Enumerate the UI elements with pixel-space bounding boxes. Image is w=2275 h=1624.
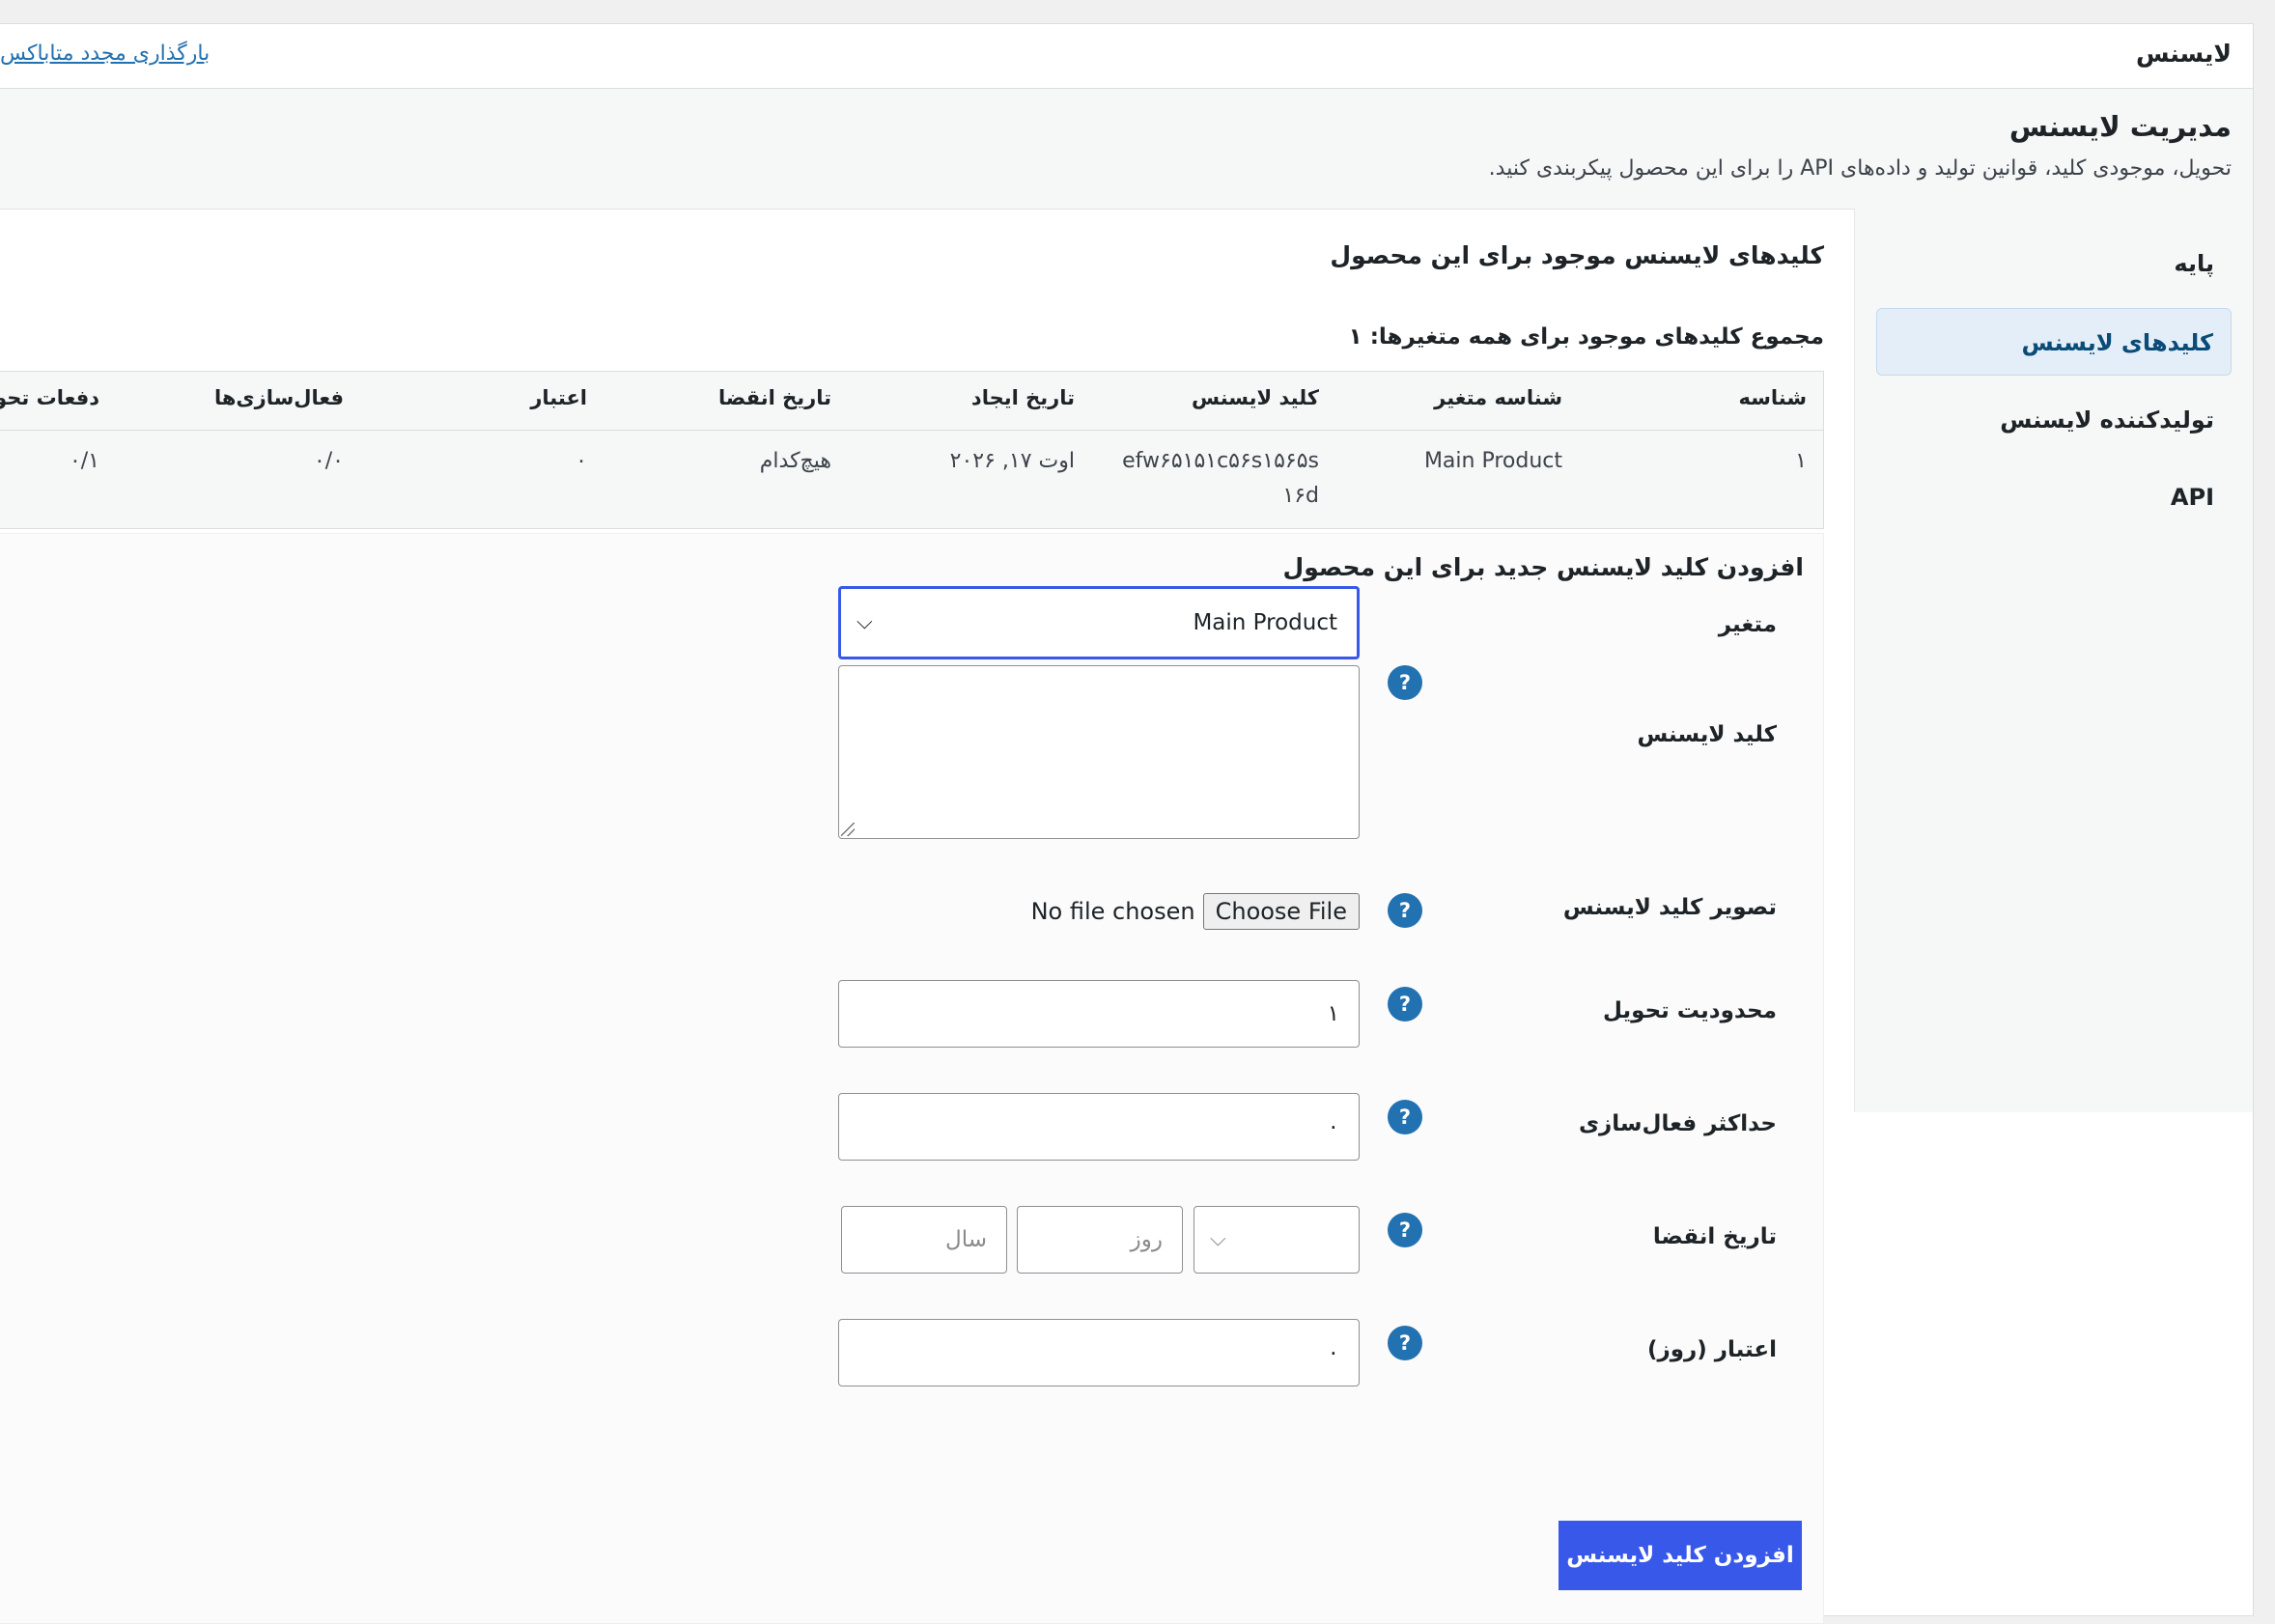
expiry-date-label: تاریخ انقضا <box>1652 1224 1777 1249</box>
cell-variation: Main Product <box>1423 449 1562 473</box>
expiry-month-select[interactable]: ⌵ <box>1194 1206 1360 1274</box>
column-header: تاریخ انقضا <box>718 386 831 409</box>
license-metabox: لایسنس بارگذاری مجدد متاباکس مدیریت لایس… <box>0 23 2254 1624</box>
help-icon[interactable]: ? <box>1388 1213 1422 1247</box>
cell-activations: ۰/۰ <box>313 449 344 473</box>
license-key-label: کلید لایسنس <box>1637 722 1777 747</box>
no-file-text: No file chosen <box>1030 898 1195 925</box>
settings-sidebar: پایه کلیدهای لایسنس تولیدکننده لایسنس AP… <box>1854 209 2253 1112</box>
help-icon[interactable]: ? <box>1388 1100 1422 1134</box>
metabox-title: لایسنس <box>2136 40 2232 68</box>
column-header: تاریخ ایجاد <box>970 386 1075 409</box>
column-header: کلید لایسنس <box>1192 386 1319 409</box>
sidebar-item-license-keys[interactable]: کلیدهای لایسنس <box>1876 308 2232 376</box>
cell-expires: هیچ‌کدام <box>759 449 831 473</box>
column-header: اعتبار <box>530 386 587 409</box>
license-keys-table: شناسه شناسه متغیر کلید لایسنس تاریخ ایجا… <box>0 371 1824 529</box>
delivery-limit-label: محدودیت تحویل <box>1603 998 1777 1023</box>
chevron-down-icon: ⌵ <box>1210 1227 1226 1251</box>
variation-selected-value: Main Product <box>1193 610 1337 635</box>
manage-section: مدیریت لایسنس تحویل، موجودی کلید، قوانین… <box>0 89 2253 210</box>
help-icon[interactable]: ? <box>1388 665 1422 700</box>
manage-description: تحویل، موجودی کلید، قوانین تولید و داده‌… <box>1488 156 2232 181</box>
license-image-file-input[interactable]: Choose File No file chosen <box>1031 893 1360 930</box>
cell-license-key: efw۶۵۱۵۱c۵۶s۱۵۶۵s ۱۶d <box>1122 444 1319 514</box>
max-activation-label: حداکثر فعال‌سازی <box>1578 1111 1777 1136</box>
license-key-line: ۱۶d <box>1282 484 1319 508</box>
form-title: افزودن کلید لایسنس جدید برای این محصول <box>1282 553 1804 581</box>
section-title: کلیدهای لایسنس موجود برای این محصول <box>1330 241 1824 269</box>
license-image-label: تصویر کلید لایسنس <box>1562 895 1777 920</box>
license-key-textarea[interactable] <box>838 665 1360 839</box>
chevron-down-icon: ⌵ <box>857 610 873 634</box>
help-icon[interactable]: ? <box>1388 987 1422 1022</box>
column-header: فعال‌سازی‌ها <box>213 386 344 409</box>
help-icon[interactable]: ? <box>1388 1326 1422 1360</box>
cell-created: اوت ۱۷, ۲۰۲۶ <box>949 449 1075 473</box>
manage-title: مدیریت لایسنس <box>2008 110 2232 143</box>
cell-id: ۱ <box>1795 449 1807 473</box>
help-icon[interactable]: ? <box>1388 893 1422 928</box>
expiry-year-input[interactable]: سال <box>841 1206 1007 1274</box>
cell-deliveries: ۰/۱ <box>69 449 99 473</box>
resize-handle-icon[interactable] <box>841 823 855 836</box>
table-header: شناسه شناسه متغیر کلید لایسنس تاریخ ایجا… <box>0 372 1823 431</box>
variation-label: متغیر <box>1718 612 1777 637</box>
variation-select[interactable]: Main Product ⌵ <box>838 586 1360 659</box>
add-license-key-button[interactable]: افزودن کلید لایسنس <box>1559 1521 1802 1590</box>
choose-file-button[interactable]: Choose File <box>1202 893 1360 930</box>
add-license-form: افزودن کلید لایسنس جدید برای این محصول م… <box>0 533 1824 1624</box>
max-activation-input[interactable]: ۰ <box>838 1093 1360 1161</box>
sidebar-item-license-generator[interactable]: تولیدکننده لایسنس <box>1876 386 2232 454</box>
total-keys: مجموع کلیدهای موجود برای همه متغیرها: ۱ <box>1348 324 1824 350</box>
column-header: شناسه <box>1738 386 1808 409</box>
sidebar-item-api[interactable]: API <box>1876 463 2232 531</box>
reload-metabox-link[interactable]: بارگذاری مجدد متاباکس <box>0 42 210 66</box>
expiry-day-input[interactable]: روز <box>1017 1206 1183 1274</box>
sidebar-item-basic[interactable]: پایه <box>1876 230 2232 297</box>
license-key-line: efw۶۵۱۵۱c۵۶s۱۵۶۵s <box>1122 449 1319 473</box>
column-header: شناسه متغیر <box>1434 386 1562 409</box>
metabox-header: لایسنس بارگذاری مجدد متاباکس <box>0 24 2253 89</box>
license-keys-content: کلیدهای لایسنس موجود برای این محصول مجمو… <box>0 209 1824 1624</box>
delivery-limit-input[interactable]: ۱ <box>838 980 1360 1048</box>
validity-days-input[interactable]: ۰ <box>838 1319 1360 1386</box>
cell-validity: ۰ <box>576 449 587 473</box>
validity-days-label: اعتبار (روز) <box>1646 1337 1777 1362</box>
column-header: دفعات تحویل <box>0 386 99 409</box>
table-row: ۱ Main Product efw۶۵۱۵۱c۵۶s۱۵۶۵s ۱۶d اوت… <box>0 431 1823 528</box>
